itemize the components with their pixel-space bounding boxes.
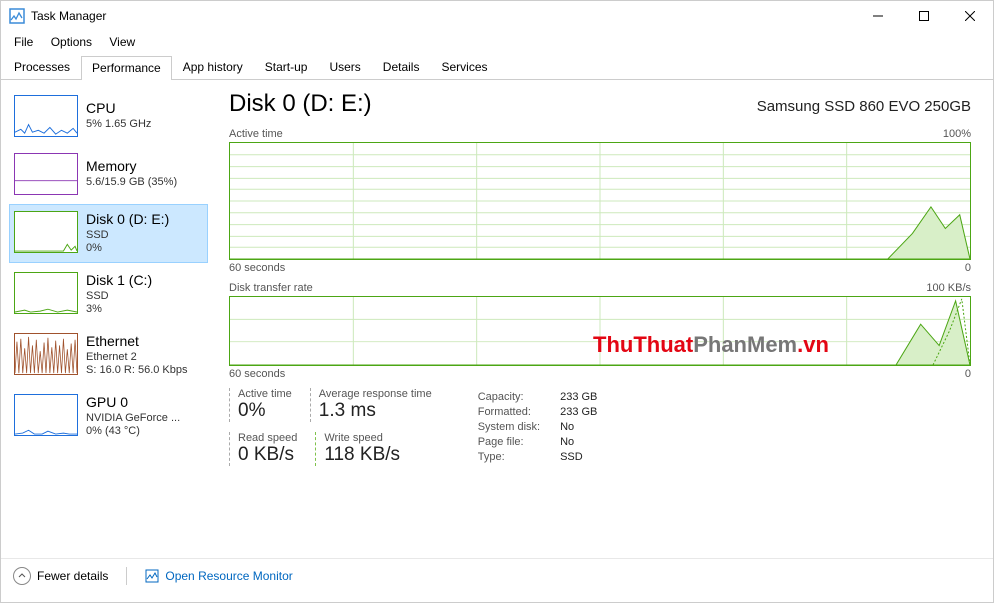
sidebar-sub-memory: 5.6/15.9 GB (35%) xyxy=(86,176,177,190)
sidebar-sub1-ethernet: Ethernet 2 xyxy=(86,351,188,365)
menu-options[interactable]: Options xyxy=(44,33,99,51)
titlebar: Task Manager xyxy=(1,1,993,31)
footer: Fewer details Open Resource Monitor xyxy=(1,558,993,593)
menu-file[interactable]: File xyxy=(7,33,40,51)
stat-write-speed: Write speed 118 KB/s xyxy=(315,432,400,466)
app-icon xyxy=(9,8,25,24)
stat-read-speed: Read speed 0 KB/s xyxy=(229,432,297,466)
chart2-x0: 60 seconds xyxy=(229,368,285,380)
stats-block: Active time 0% Average response time 1.3… xyxy=(229,388,971,466)
chart1-max: 100% xyxy=(943,128,971,140)
thumb-memory xyxy=(14,153,78,195)
thumb-disk0 xyxy=(14,211,78,253)
tab-start-up[interactable]: Start-up xyxy=(254,55,319,79)
sidebar-sub2-gpu0: 0% (43 °C) xyxy=(86,425,180,439)
sidebar-sub2-ethernet: S: 16.0 R: 56.0 Kbps xyxy=(86,364,188,378)
sidebar-label-disk0: Disk 0 (D: E:) xyxy=(86,211,169,229)
main-area: CPU 5% 1.65 GHz Memory 5.6/15.9 GB (35%)… xyxy=(1,80,993,558)
separator xyxy=(126,567,127,585)
stat-avg-response: Average response time 1.3 ms xyxy=(310,388,432,422)
sidebar-item-disk1[interactable]: Disk 1 (C:) SSD 3% xyxy=(9,265,208,324)
chevron-up-icon xyxy=(13,567,31,585)
sidebar-sub1-disk1: SSD xyxy=(86,290,152,304)
chart-transfer-rate: Disk transfer rate 100 KB/s 60 seconds 0 xyxy=(229,282,971,380)
close-button[interactable] xyxy=(947,1,993,31)
chart-active-time: Active time 100% 60 seconds 0 xyxy=(229,128,971,274)
tab-processes[interactable]: Processes xyxy=(3,55,81,79)
detail-pane: Disk 0 (D: E:) Samsung SSD 860 EVO 250GB… xyxy=(213,80,993,558)
sidebar-sub2-disk1: 3% xyxy=(86,303,152,317)
window-title: Task Manager xyxy=(31,9,855,23)
chart2-x1: 0 xyxy=(965,368,971,380)
thumb-disk1 xyxy=(14,272,78,314)
menu-view[interactable]: View xyxy=(102,33,142,51)
window-controls xyxy=(855,1,993,31)
disk-info-table: Capacity:233 GB Formatted:233 GB System … xyxy=(476,388,600,466)
sidebar-label-ethernet: Ethernet xyxy=(86,333,188,351)
sidebar-label-disk1: Disk 1 (C:) xyxy=(86,272,152,290)
sidebar-item-gpu0[interactable]: GPU 0 NVIDIA GeForce ... 0% (43 °C) xyxy=(9,387,208,446)
sidebar-sub-cpu: 5% 1.65 GHz xyxy=(86,118,151,132)
open-resource-monitor-link[interactable]: Open Resource Monitor xyxy=(145,569,292,583)
menubar: File Options View xyxy=(1,31,993,55)
sidebar-label-memory: Memory xyxy=(86,158,177,176)
sidebar-item-ethernet[interactable]: Ethernet Ethernet 2 S: 16.0 R: 56.0 Kbps xyxy=(9,326,208,385)
chart1-area[interactable] xyxy=(229,142,971,260)
tab-performance[interactable]: Performance xyxy=(81,56,172,80)
sidebar-label-gpu0: GPU 0 xyxy=(86,394,180,412)
stat-active-time: Active time 0% xyxy=(229,388,292,422)
sidebar-sub2-disk0: 0% xyxy=(86,242,169,256)
tab-details[interactable]: Details xyxy=(372,55,431,79)
resource-monitor-icon xyxy=(145,569,159,583)
detail-model: Samsung SSD 860 EVO 250GB xyxy=(757,98,971,115)
fewer-details-button[interactable]: Fewer details xyxy=(13,567,108,585)
minimize-button[interactable] xyxy=(855,1,901,31)
sidebar-item-memory[interactable]: Memory 5.6/15.9 GB (35%) xyxy=(9,146,208,202)
chart1-x1: 0 xyxy=(965,262,971,274)
tab-app-history[interactable]: App history xyxy=(172,55,254,79)
sidebar-item-cpu[interactable]: CPU 5% 1.65 GHz xyxy=(9,88,208,144)
detail-title: Disk 0 (D: E:) xyxy=(229,90,757,118)
sidebar-sub1-gpu0: NVIDIA GeForce ... xyxy=(86,412,180,426)
chart2-area[interactable] xyxy=(229,296,971,366)
chart2-max: 100 KB/s xyxy=(926,282,971,294)
sidebar-sub1-disk0: SSD xyxy=(86,229,169,243)
thumb-gpu0 xyxy=(14,394,78,436)
thumb-cpu xyxy=(14,95,78,137)
sidebar-item-disk0[interactable]: Disk 0 (D: E:) SSD 0% xyxy=(9,204,208,263)
chart1-label: Active time xyxy=(229,128,283,140)
thumb-ethernet xyxy=(14,333,78,375)
tab-services[interactable]: Services xyxy=(430,55,498,79)
chart1-x0: 60 seconds xyxy=(229,262,285,274)
sidebar: CPU 5% 1.65 GHz Memory 5.6/15.9 GB (35%)… xyxy=(1,80,213,558)
tab-users[interactable]: Users xyxy=(318,55,371,79)
maximize-button[interactable] xyxy=(901,1,947,31)
chart2-label: Disk transfer rate xyxy=(229,282,313,294)
sidebar-label-cpu: CPU xyxy=(86,100,151,118)
tabstrip: Processes Performance App history Start-… xyxy=(1,55,993,80)
